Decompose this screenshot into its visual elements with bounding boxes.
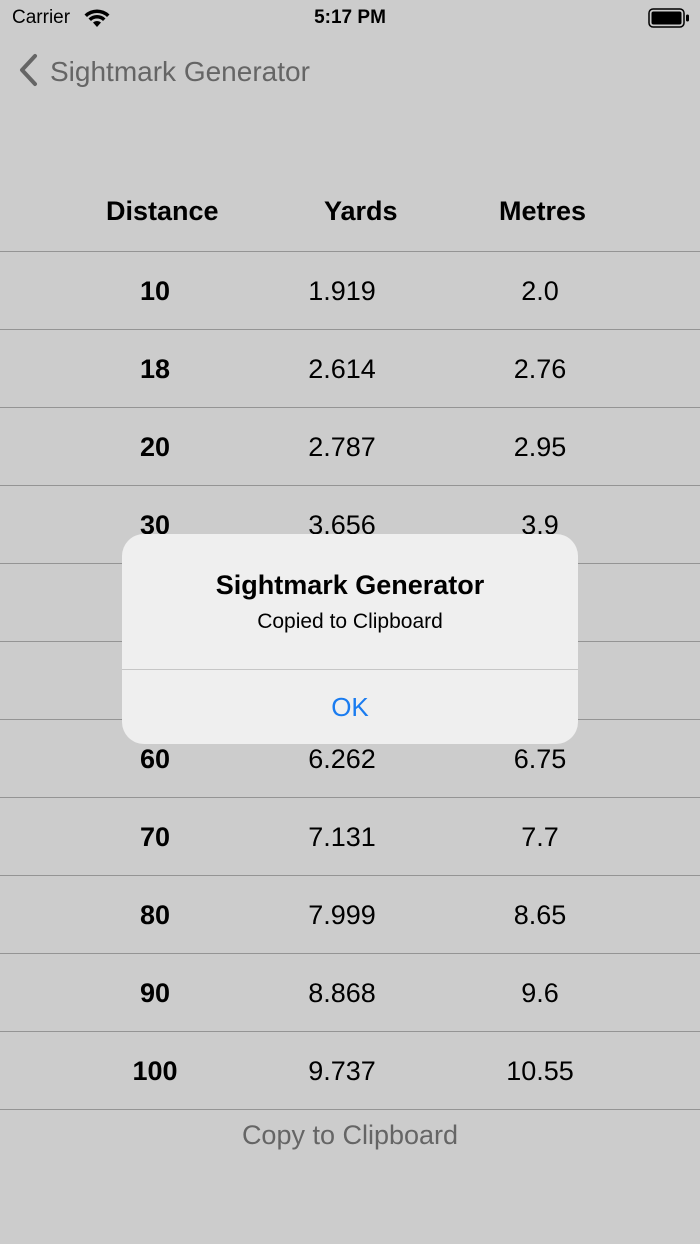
alert-message: Copied to Clipboard <box>257 610 443 633</box>
alert-ok-button[interactable]: OK <box>122 670 578 744</box>
alert-title: Sightmark Generator <box>215 570 485 600</box>
alert-dialog: Sightmark Generator Copied to Clipboard … <box>122 534 578 744</box>
